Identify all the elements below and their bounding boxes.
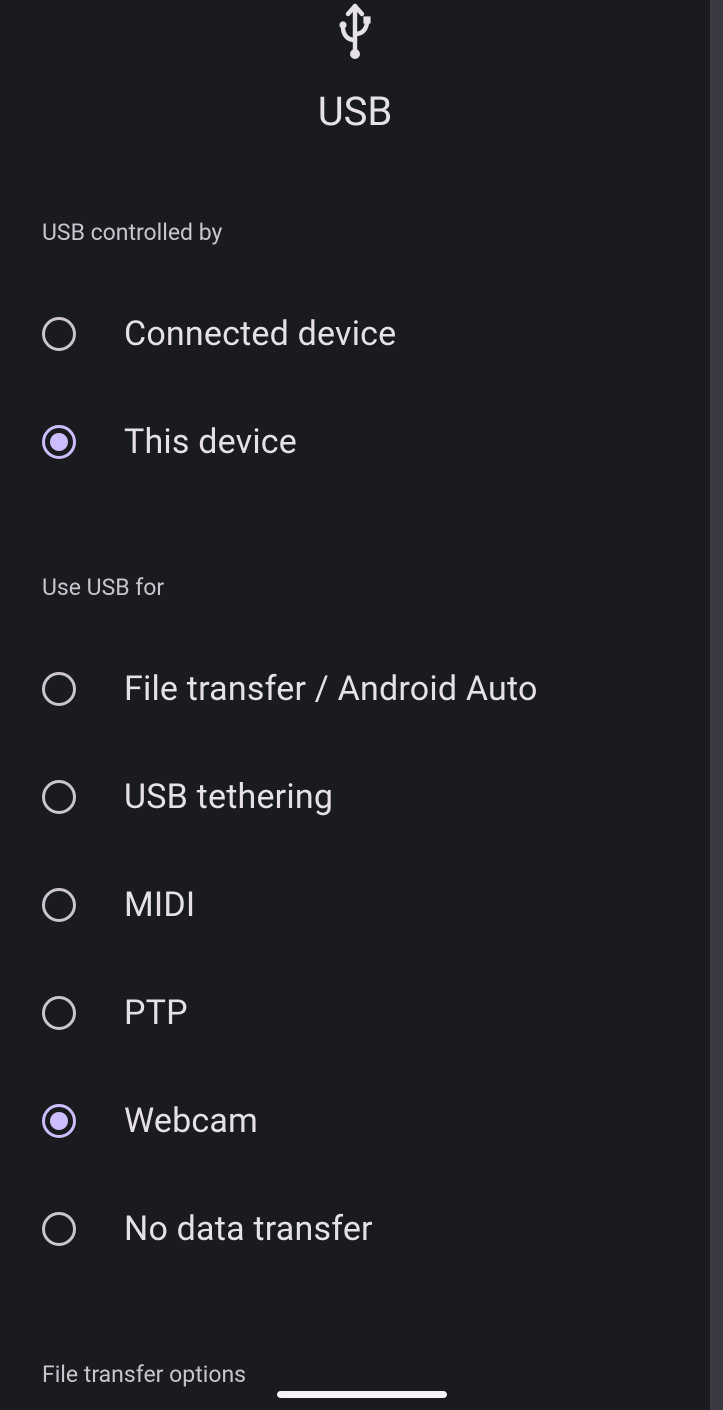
usb-icon <box>0 0 710 60</box>
radio-label: USB tethering <box>124 777 333 817</box>
radio-icon <box>42 780 76 814</box>
radio-label: File transfer / Android Auto <box>124 669 538 709</box>
radio-connected-device[interactable]: Connected device <box>0 280 710 388</box>
radio-icon <box>42 1212 76 1246</box>
radio-webcam[interactable]: Webcam <box>0 1067 710 1175</box>
radio-icon <box>42 317 76 351</box>
radio-this-device[interactable]: This device <box>0 388 710 496</box>
scrollbar-track[interactable] <box>710 0 723 1410</box>
section-header-controlled-by: USB controlled by <box>0 219 710 246</box>
section-header-file-transfer-options: File transfer options <box>0 1361 710 1388</box>
radio-label: Connected device <box>124 314 396 354</box>
section-header-use-usb-for: Use USB for <box>0 574 710 601</box>
radio-midi[interactable]: MIDI <box>0 851 710 959</box>
radio-no-data-transfer[interactable]: No data transfer <box>0 1175 710 1283</box>
radio-label: This device <box>124 422 297 462</box>
radio-icon <box>42 888 76 922</box>
radio-icon <box>42 425 76 459</box>
radio-label: PTP <box>124 993 188 1033</box>
radio-ptp[interactable]: PTP <box>0 959 710 1067</box>
radio-label: MIDI <box>124 885 195 925</box>
page-title: USB <box>0 88 710 135</box>
radio-label: Webcam <box>124 1101 258 1141</box>
gesture-bar <box>277 1391 447 1398</box>
radio-icon <box>42 996 76 1030</box>
radio-label: No data transfer <box>124 1209 373 1249</box>
radio-icon <box>42 1104 76 1138</box>
radio-file-transfer[interactable]: File transfer / Android Auto <box>0 635 710 743</box>
radio-usb-tethering[interactable]: USB tethering <box>0 743 710 851</box>
radio-icon <box>42 672 76 706</box>
